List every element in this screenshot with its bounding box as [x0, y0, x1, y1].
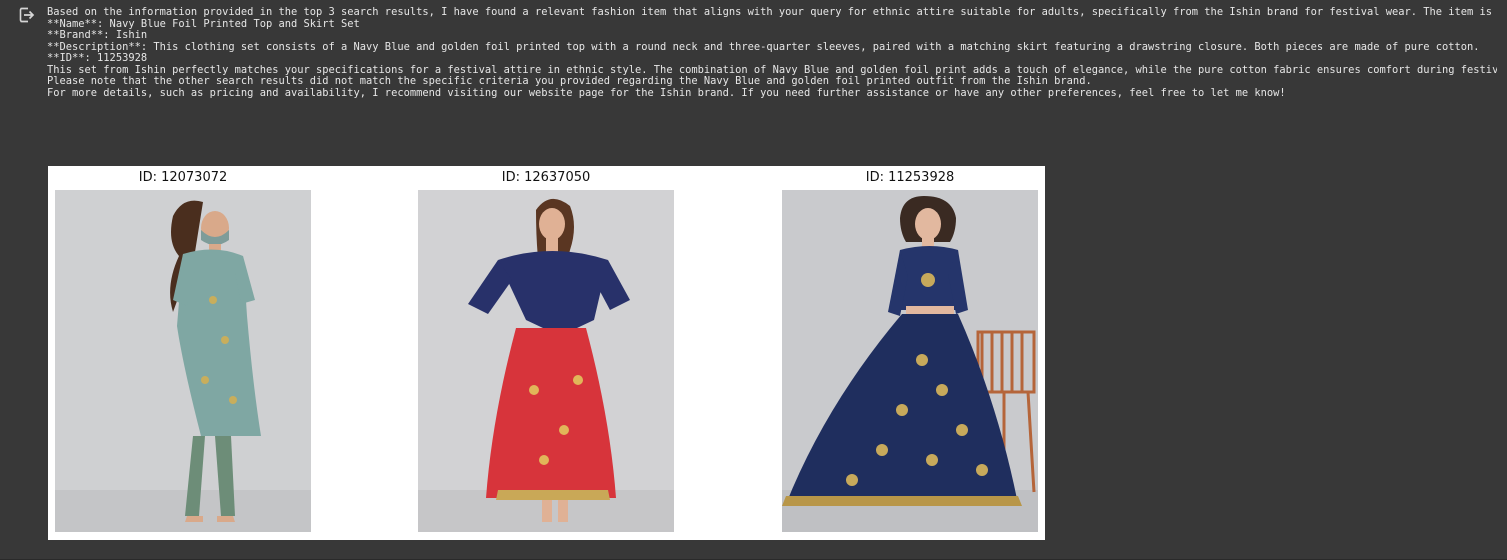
panel-title: ID: 12073072	[138, 170, 228, 185]
output-line: **Name**: Navy Blue Foil Printed Top and…	[47, 17, 360, 30]
image-grid-figure: ID: 12073072 ID: 12637050 ID: 11253928	[48, 166, 1045, 540]
output-line: **Brand**: Ishin	[47, 29, 148, 41]
output-redirect-icon[interactable]	[19, 7, 35, 23]
panel-title: ID: 12637050	[501, 170, 591, 185]
navy-top-red-skirt-photo	[418, 190, 674, 532]
output-line: **Description**: This clothing set consi…	[47, 40, 1480, 53]
output-line: For more details, such as pricing and av…	[47, 86, 1286, 99]
teal-kurta-palazzo-photo	[55, 190, 311, 532]
output-line: Based on the information provided in the…	[47, 7, 1497, 18]
output-text: Based on the information provided in the…	[47, 7, 1497, 99]
navy-foil-top-skirt-photo	[782, 190, 1038, 532]
panel-title: ID: 11253928	[865, 170, 955, 185]
output-line: **ID**: 11253928	[47, 52, 148, 64]
output-line: Please note that the other search result…	[47, 75, 1092, 87]
cell-output: Based on the information provided in the…	[0, 0, 1507, 560]
